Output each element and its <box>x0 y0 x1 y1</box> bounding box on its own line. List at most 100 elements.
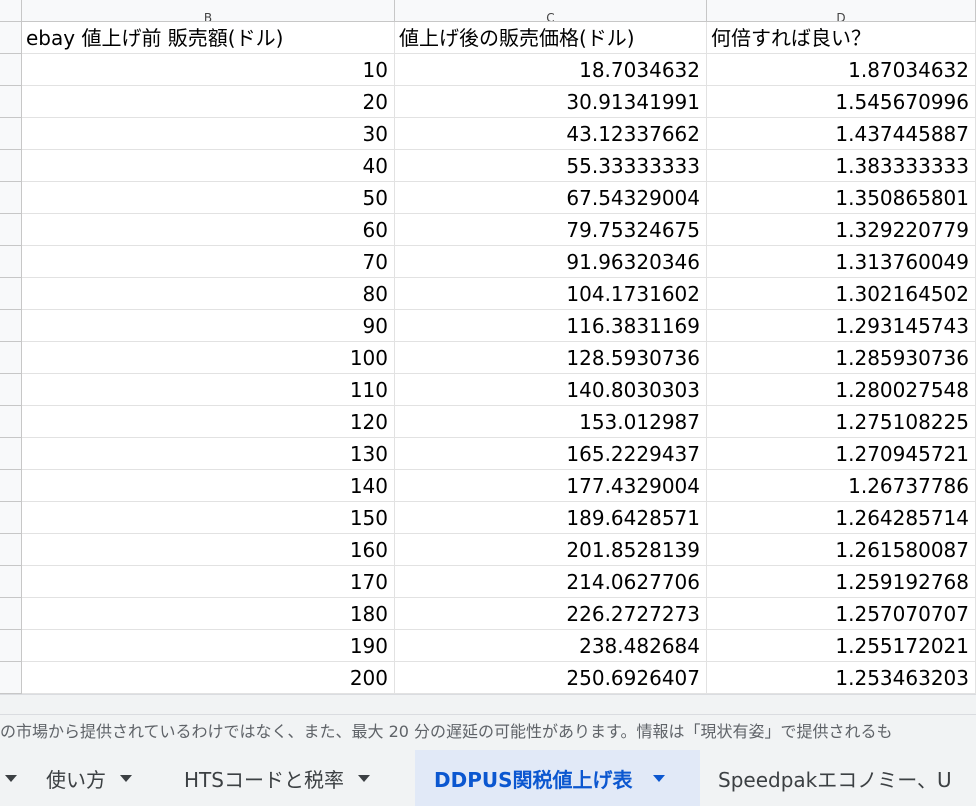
row-header[interactable] <box>0 182 22 214</box>
row-header[interactable] <box>0 662 22 694</box>
cell-multiplier[interactable]: 1.329220779 <box>707 214 976 246</box>
horizontal-scrollbar[interactable] <box>0 694 976 715</box>
row-header[interactable] <box>0 438 22 470</box>
row-header[interactable] <box>0 406 22 438</box>
cell-price-after[interactable]: 214.0627706 <box>395 566 707 598</box>
cell-multiplier[interactable]: 1.275108225 <box>707 406 976 438</box>
cell-price-before[interactable]: 10 <box>22 54 395 86</box>
cell-price-after[interactable]: 43.12337662 <box>395 118 707 150</box>
cell-price-after[interactable]: 153.012987 <box>395 406 707 438</box>
row-header[interactable] <box>0 54 22 86</box>
row-header[interactable] <box>0 566 22 598</box>
cell-multiplier[interactable]: 1.545670996 <box>707 86 976 118</box>
cell-price-before[interactable]: 90 <box>22 310 395 342</box>
cell-multiplier[interactable]: 1.313760049 <box>707 246 976 278</box>
chevron-down-icon <box>357 774 370 782</box>
cell-price-before[interactable]: 20 <box>22 86 395 118</box>
cell-price-before[interactable]: 120 <box>22 406 395 438</box>
select-all-corner[interactable] <box>0 0 22 22</box>
cell-price-before[interactable]: 70 <box>22 246 395 278</box>
row-header[interactable] <box>0 150 22 182</box>
spreadsheet-grid[interactable]: B C D ebay 値上げ前 販売額(ドル) 値上げ後の販売価格(ドル) 何倍… <box>0 0 976 694</box>
cell-price-before[interactable]: 100 <box>22 342 395 374</box>
row-header[interactable] <box>0 22 22 54</box>
cell-price-before[interactable]: 50 <box>22 182 395 214</box>
header-cell-multiplier[interactable]: 何倍すれば良い？ <box>707 22 976 54</box>
column-header-d[interactable]: D <box>707 0 976 22</box>
cell-multiplier[interactable]: 1.350865801 <box>707 182 976 214</box>
cell-multiplier[interactable]: 1.302164502 <box>707 278 976 310</box>
row-header[interactable] <box>0 310 22 342</box>
cell-price-before[interactable]: 150 <box>22 502 395 534</box>
cell-price-before[interactable]: 60 <box>22 214 395 246</box>
chevron-down-icon <box>5 774 17 782</box>
column-header-c[interactable]: C <box>395 0 707 22</box>
cell-price-before[interactable]: 140 <box>22 470 395 502</box>
cell-price-before[interactable]: 180 <box>22 598 395 630</box>
column-header-b[interactable]: B <box>22 0 395 22</box>
cell-price-after[interactable]: 177.4329004 <box>395 470 707 502</box>
cell-multiplier[interactable]: 1.383333333 <box>707 150 976 182</box>
cell-multiplier[interactable]: 1.253463203 <box>707 662 976 694</box>
row-header[interactable] <box>0 118 22 150</box>
cell-price-after[interactable]: 67.54329004 <box>395 182 707 214</box>
sheet-tab-speedpak[interactable]: Speedpakエコノミー、U <box>700 750 952 806</box>
sheet-tab-hts[interactable]: HTSコードと税率 <box>160 750 392 806</box>
cell-price-after[interactable]: 189.6428571 <box>395 502 707 534</box>
cell-price-before[interactable]: 170 <box>22 566 395 598</box>
cell-price-after[interactable]: 128.5930736 <box>395 342 707 374</box>
cell-multiplier[interactable]: 1.259192768 <box>707 566 976 598</box>
cell-price-after[interactable]: 55.33333333 <box>395 150 707 182</box>
cell-price-after[interactable]: 226.2727273 <box>395 598 707 630</box>
cell-price-after[interactable]: 250.6926407 <box>395 662 707 694</box>
row-header[interactable] <box>0 470 22 502</box>
sheet-list-arrow[interactable] <box>0 750 22 806</box>
cell-price-after[interactable]: 104.1731602 <box>395 278 707 310</box>
cell-multiplier[interactable]: 1.264285714 <box>707 502 976 534</box>
row-header[interactable] <box>0 342 22 374</box>
row-header[interactable] <box>0 214 22 246</box>
cell-price-after[interactable]: 165.2229437 <box>395 438 707 470</box>
cell-multiplier[interactable]: 1.261580087 <box>707 534 976 566</box>
cell-price-after[interactable]: 238.482684 <box>395 630 707 662</box>
cell-multiplier[interactable]: 1.26737786 <box>707 470 976 502</box>
cell-multiplier[interactable]: 1.293145743 <box>707 310 976 342</box>
row-header[interactable] <box>0 598 22 630</box>
sheet-tab-usage[interactable]: 使い方 <box>22 750 154 806</box>
cell-multiplier[interactable]: 1.437445887 <box>707 118 976 150</box>
row-header[interactable] <box>0 86 22 118</box>
sheet-tab-label: Speedpakエコノミー、U <box>718 767 952 792</box>
cell-price-before[interactable]: 200 <box>22 662 395 694</box>
header-cell-price-before[interactable]: ebay 値上げ前 販売額(ドル) <box>22 22 395 54</box>
cell-price-after[interactable]: 116.3831169 <box>395 310 707 342</box>
cell-multiplier[interactable]: 1.285930736 <box>707 342 976 374</box>
cell-price-before[interactable]: 80 <box>22 278 395 310</box>
row-header[interactable] <box>0 374 22 406</box>
row-header[interactable] <box>0 246 22 278</box>
cell-price-after[interactable]: 91.96320346 <box>395 246 707 278</box>
row-header[interactable] <box>0 534 22 566</box>
cell-price-before[interactable]: 30 <box>22 118 395 150</box>
cell-price-after[interactable]: 30.91341991 <box>395 86 707 118</box>
cell-price-after[interactable]: 201.8528139 <box>395 534 707 566</box>
cell-price-after[interactable]: 18.7034632 <box>395 54 707 86</box>
cell-price-before[interactable]: 40 <box>22 150 395 182</box>
chevron-down-icon <box>652 774 665 782</box>
cell-price-before[interactable]: 160 <box>22 534 395 566</box>
cell-price-after[interactable]: 79.75324675 <box>395 214 707 246</box>
cell-multiplier[interactable]: 1.87034632 <box>707 54 976 86</box>
cell-multiplier[interactable]: 1.280027548 <box>707 374 976 406</box>
cell-price-before[interactable]: 130 <box>22 438 395 470</box>
cell-price-after[interactable]: 140.8030303 <box>395 374 707 406</box>
cell-price-before[interactable]: 110 <box>22 374 395 406</box>
header-cell-price-after[interactable]: 値上げ後の販売価格(ドル) <box>395 22 707 54</box>
row-header[interactable] <box>0 278 22 310</box>
cell-multiplier[interactable]: 1.270945721 <box>707 438 976 470</box>
row-header[interactable] <box>0 502 22 534</box>
sheet-tab-ddpus[interactable]: DDPUS関税値上げ表 <box>415 750 700 806</box>
cell-multiplier[interactable]: 1.255172021 <box>707 630 976 662</box>
cell-price-before[interactable]: 190 <box>22 630 395 662</box>
row-header[interactable] <box>0 630 22 662</box>
cell-multiplier[interactable]: 1.257070707 <box>707 598 976 630</box>
data-disclaimer-text: の市場から提供されているわけではなく、また、最大 20 分の遅延の可能性がありま… <box>0 714 976 750</box>
